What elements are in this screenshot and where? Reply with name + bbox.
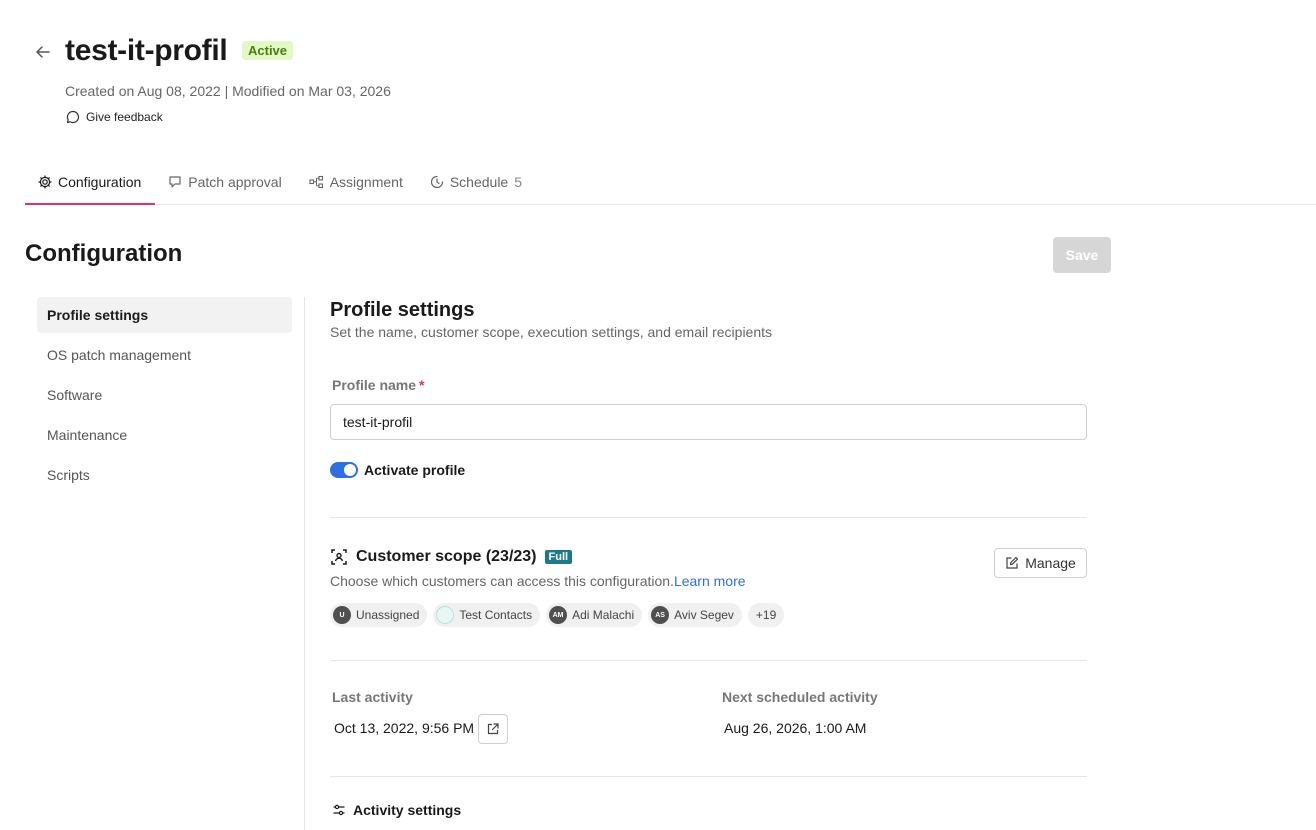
chip-label: Aviv Segev — [674, 608, 734, 622]
manage-button[interactable]: Manage — [994, 548, 1087, 578]
tab-schedule[interactable]: Schedule 5 — [417, 160, 536, 204]
customer-chip: Test Contacts — [433, 603, 541, 627]
save-button[interactable]: Save — [1053, 237, 1111, 273]
sidebar-item-os-patch-management[interactable]: OS patch management — [37, 337, 292, 373]
chip-label: Unassigned — [356, 608, 420, 622]
tab-configuration[interactable]: Configuration — [25, 160, 156, 205]
sidebar-item-scripts[interactable]: Scripts — [37, 457, 292, 493]
sidebar-item-profile-settings[interactable]: Profile settings — [37, 297, 292, 333]
scope-target-icon — [331, 549, 347, 565]
approval-icon — [169, 176, 181, 188]
profile-name-label: Profile name * — [332, 377, 424, 393]
tab-assignment-label: Assignment — [329, 174, 403, 190]
divider — [330, 776, 1087, 777]
next-scheduled-activity-label: Next scheduled activity — [722, 689, 878, 705]
tab-patch-approval-label: Patch approval — [188, 174, 282, 190]
more-customers-chip[interactable]: +19 — [747, 603, 785, 627]
arrow-left-icon — [36, 46, 50, 58]
sidebar-item-maintenance[interactable]: Maintenance — [37, 417, 292, 453]
tab-schedule-label: Schedule — [449, 174, 509, 190]
learn-more-link[interactable]: Learn more — [674, 573, 746, 589]
profile-settings-panel: Profile settings Set the name, customer … — [330, 297, 1087, 818]
activity-settings-label: Activity settings — [353, 802, 462, 818]
activate-profile-toggle[interactable] — [330, 462, 358, 478]
avatar — [436, 606, 455, 624]
activity-settings-header[interactable]: Activity settings — [332, 802, 461, 818]
page-title: test-it-profil — [65, 34, 228, 67]
panel-title: Profile settings — [330, 299, 475, 321]
clock-icon — [430, 175, 443, 189]
customer-scope-header: Customer scope (23/23) Full — [330, 548, 573, 566]
vertical-divider — [304, 297, 305, 830]
avatar: U — [333, 606, 351, 624]
scope-subtitle-text: Choose which customers can access this c… — [330, 573, 674, 589]
give-feedback-label: Give feedback — [86, 110, 163, 124]
settings-side-nav: Profile settings OS patch management Sof… — [37, 297, 292, 497]
avatar: AS — [651, 606, 670, 624]
avatar: AM — [549, 606, 568, 624]
section-title: Configuration — [25, 240, 183, 267]
divider — [330, 660, 1087, 661]
activate-profile-row: Activate profile — [330, 462, 465, 478]
created-modified-meta: Created on Aug 08, 2022 | Modified on Ma… — [65, 83, 391, 99]
customer-scope-title: Customer scope (23/23) — [356, 548, 537, 565]
edit-icon — [1006, 556, 1019, 569]
customer-chip: AS Aviv Segev — [648, 603, 742, 627]
give-feedback-link[interactable]: Give feedback — [66, 110, 163, 124]
next-scheduled-activity-value: Aug 26, 2026, 1:00 AM — [724, 720, 867, 736]
scope-full-badge: Full — [544, 550, 573, 564]
open-activity-button[interactable] — [478, 714, 508, 744]
customer-chip: U Unassigned — [330, 603, 428, 627]
external-link-icon — [487, 723, 499, 735]
tab-assignment[interactable]: Assignment — [296, 160, 417, 204]
hierarchy-icon — [309, 175, 323, 189]
sliders-icon — [333, 804, 345, 816]
manage-label: Manage — [1025, 555, 1076, 571]
chip-label: Adi Malachi — [572, 608, 635, 622]
activate-profile-label: Activate profile — [364, 462, 466, 478]
customer-chips: U Unassigned Test Contacts AM Adi Malach… — [330, 603, 785, 627]
back-button[interactable] — [33, 42, 53, 62]
panel-subtitle: Set the name, customer scope, execution … — [330, 324, 773, 340]
chip-label: Test Contacts — [459, 608, 533, 622]
tab-bar: Configuration Patch approval Assignment … — [25, 160, 1316, 205]
sidebar-item-software[interactable]: Software — [37, 377, 292, 413]
required-asterisk: * — [419, 377, 425, 393]
status-badge: Active — [242, 41, 294, 60]
customer-scope-subtitle: Choose which customers can access this c… — [330, 573, 746, 589]
schedule-count: 5 — [514, 174, 523, 190]
divider — [330, 517, 1087, 518]
customer-chip: AM Adi Malachi — [546, 603, 643, 627]
profile-name-label-text: Profile name — [332, 377, 417, 393]
chat-bubble-icon — [66, 110, 80, 124]
last-activity-label: Last activity — [332, 689, 413, 705]
last-activity-value: Oct 13, 2022, 9:56 PM — [334, 720, 475, 736]
tab-configuration-label: Configuration — [58, 174, 142, 190]
profile-name-input[interactable] — [330, 404, 1087, 440]
tab-patch-approval[interactable]: Patch approval — [155, 160, 295, 204]
gear-icon — [38, 175, 52, 189]
